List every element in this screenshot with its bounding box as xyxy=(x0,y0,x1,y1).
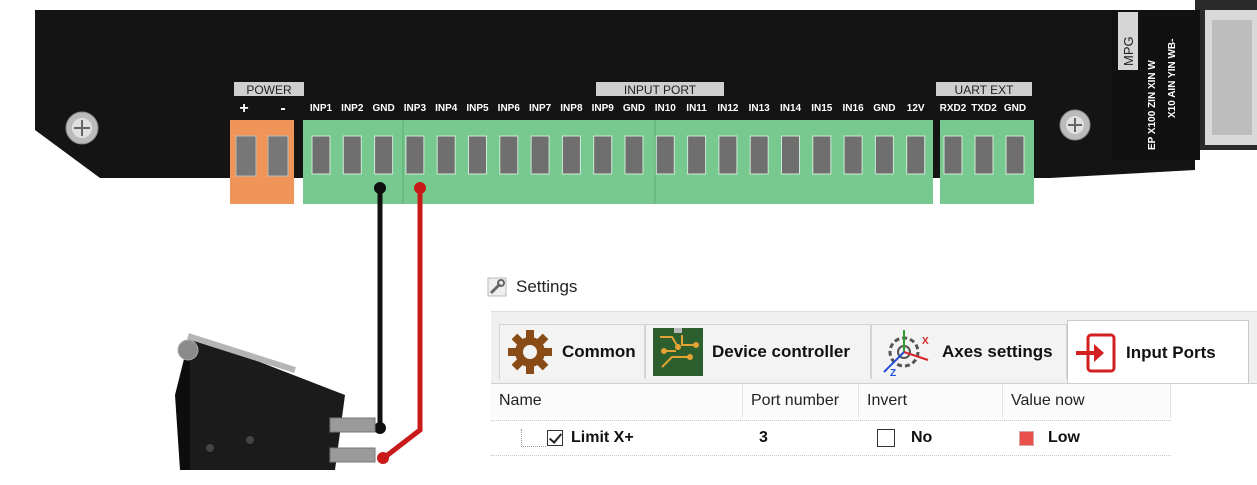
terminal-slot-3 xyxy=(405,135,425,175)
wrench-icon xyxy=(487,277,507,297)
terminal-slot-5 xyxy=(468,135,487,175)
terminal-slot-1 xyxy=(342,135,362,175)
tab-device-controller-label: Device controller xyxy=(712,342,850,361)
input-ports-table: Name Port number Invert Value now Limit … xyxy=(491,383,1257,485)
column-header-port-number[interactable]: Port number xyxy=(743,384,859,418)
micro-switch xyxy=(175,333,376,470)
screw-right xyxy=(1059,109,1091,141)
mpg-pins-1: EP X100 ZIN XIN W xyxy=(1147,60,1158,150)
pin-label-0: INP1 xyxy=(310,103,333,114)
pin-label-12: IN11 xyxy=(686,103,707,114)
screw-left xyxy=(65,111,99,145)
axes-gear-icon: X Z xyxy=(883,330,929,378)
pin-label-2: GND xyxy=(372,103,394,114)
power-label: POWER xyxy=(246,83,292,97)
row-port-number[interactable]: 3 xyxy=(759,429,768,447)
pin-label-1: INP2 xyxy=(341,103,364,114)
terminal-slot-14 xyxy=(749,135,769,175)
column-header-name[interactable]: Name xyxy=(491,384,743,418)
mpg-pins-2: X10 AIN YIN WB- xyxy=(1167,39,1178,118)
uart-terminal-slot-0 xyxy=(943,135,963,175)
row-invert: No xyxy=(911,429,933,446)
terminal-slot-8 xyxy=(561,135,581,175)
input-terminal-block xyxy=(303,120,933,204)
terminal-slot-2 xyxy=(374,135,394,175)
pin-label-3: INP3 xyxy=(404,103,427,114)
settings-title-text: Settings xyxy=(516,277,578,296)
gear-icon xyxy=(508,330,552,374)
pin-label-11: IN10 xyxy=(655,103,677,114)
tab-axes-settings[interactable]: X Z Axes settings xyxy=(871,324,1067,379)
terminal-slot-7 xyxy=(530,135,550,175)
uart-pin-label-2: GND xyxy=(1004,103,1026,114)
pin-label-7: INP7 xyxy=(529,103,552,114)
value-indicator-icon xyxy=(1019,430,1034,446)
pin-label-16: IN15 xyxy=(811,103,833,114)
invert-checkbox[interactable] xyxy=(877,429,895,447)
terminal-slot-0 xyxy=(311,135,331,175)
tab-input-ports[interactable]: Input Ports xyxy=(1067,320,1249,384)
pin-label-18: GND xyxy=(873,103,895,114)
tab-input-ports-label: Input Ports xyxy=(1126,342,1216,362)
pin-label-5: INP5 xyxy=(466,103,489,114)
terminal-slot-6 xyxy=(499,135,519,175)
pin-label-10: GND xyxy=(623,103,645,114)
column-header-invert[interactable]: Invert xyxy=(859,384,1003,418)
terminal-slot-10 xyxy=(624,135,644,175)
tab-common[interactable]: Common xyxy=(499,324,645,379)
terminal-slot-19 xyxy=(906,135,926,175)
uart-label: UART EXT xyxy=(955,83,1015,97)
terminal-slot-12 xyxy=(687,135,707,175)
pin-label-19: 12V xyxy=(907,103,925,114)
uart-terminal-slot-1 xyxy=(974,135,994,175)
red-wire xyxy=(383,188,423,459)
pin-label-4: INP4 xyxy=(435,103,458,114)
circuit-board-icon xyxy=(653,328,703,376)
pin-label-14: IN13 xyxy=(749,103,771,114)
terminal-slot-18 xyxy=(874,135,894,175)
pin-label-8: INP8 xyxy=(560,103,583,114)
row-value-now: Low xyxy=(1048,429,1080,446)
terminal-slot-9 xyxy=(593,135,613,175)
power-minus-label: - xyxy=(280,100,285,117)
tree-connector xyxy=(521,429,546,447)
tab-device-controller[interactable]: Device controller xyxy=(645,324,871,379)
pin-label-15: IN14 xyxy=(780,103,802,114)
table-row[interactable]: Limit X+ 3 No Low xyxy=(491,420,1171,456)
terminal-slot-16 xyxy=(812,135,832,175)
terminal-slot-4 xyxy=(436,135,456,175)
terminal-slot-17 xyxy=(843,135,863,175)
pin-label-9: INP9 xyxy=(592,103,615,114)
tab-axes-settings-label: Axes settings xyxy=(942,342,1053,361)
power-plus-label: + xyxy=(239,100,248,117)
uart-pin-label-1: TXD2 xyxy=(971,103,997,114)
uart-pin-label-0: RXD2 xyxy=(940,103,967,114)
pin-label-13: IN12 xyxy=(717,103,739,114)
input-arrow-icon xyxy=(1076,333,1116,372)
settings-window: Settings Common Device controller X Z Ax… xyxy=(478,270,1257,485)
pin-label-6: INP6 xyxy=(498,103,521,114)
svg-text:Z: Z xyxy=(890,368,896,378)
limit-x-enabled-checkbox[interactable] xyxy=(547,430,563,446)
terminal-slot-11 xyxy=(655,135,675,175)
svg-text:X: X xyxy=(922,336,929,347)
uart-terminal-slot-2 xyxy=(1005,135,1025,175)
tab-common-label: Common xyxy=(562,342,636,361)
settings-title: Settings xyxy=(486,276,577,298)
row-name: Limit X+ xyxy=(571,429,634,446)
column-header-value-now[interactable]: Value now xyxy=(1003,384,1171,418)
mpg-label: MPG xyxy=(1121,36,1136,66)
terminal-slot-15 xyxy=(781,135,800,175)
pin-label-17: IN16 xyxy=(843,103,865,114)
tab-bar: Common Device controller X Z Axes settin… xyxy=(491,311,1257,384)
input-port-label: INPUT PORT xyxy=(624,83,697,97)
terminal-slot-13 xyxy=(718,135,738,175)
